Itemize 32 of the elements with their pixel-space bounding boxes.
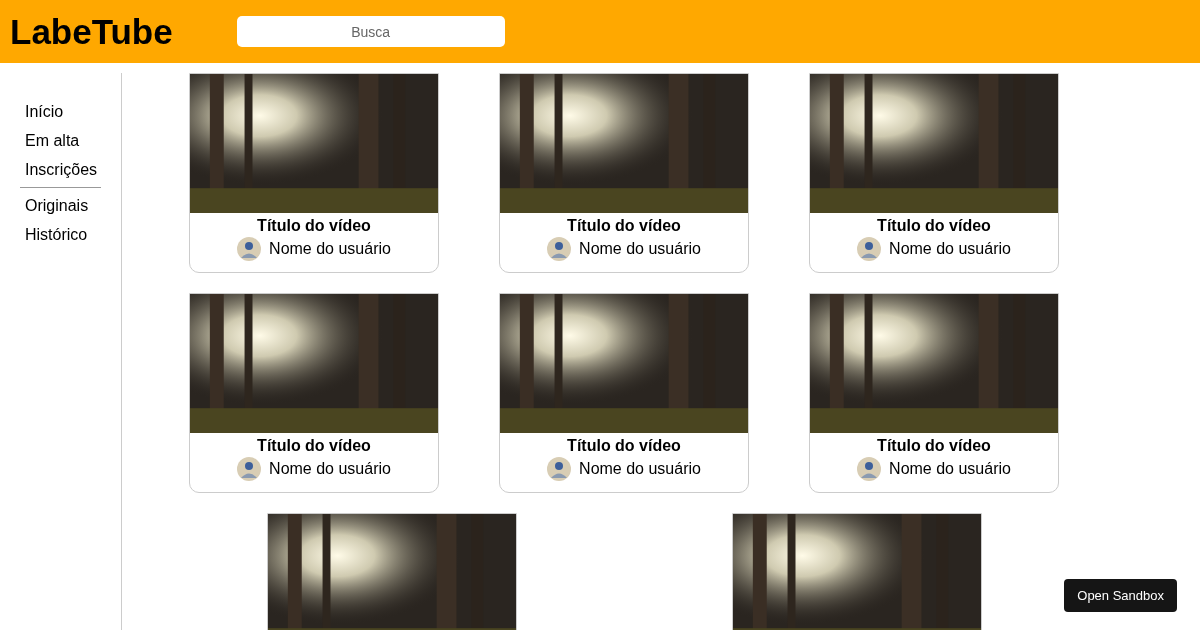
video-title: Título do vídeo <box>877 216 991 236</box>
avatar-icon <box>857 237 882 261</box>
video-title: Título do vídeo <box>257 216 371 236</box>
video-title: Título do vídeo <box>567 436 681 456</box>
video-card[interactable]: Título do vídeo Nome do usuário <box>809 73 1059 273</box>
logo: LabeTube <box>10 11 173 52</box>
video-card[interactable]: Título do vídeo Nome do usuário <box>499 293 749 493</box>
video-title: Título do vídeo <box>877 436 991 456</box>
avatar-icon <box>857 457 882 481</box>
sidebar-item[interactable]: Inscrições <box>20 155 101 184</box>
user-name: Nome do usuário <box>269 240 391 258</box>
user-name: Nome do usuário <box>579 460 701 478</box>
user-name: Nome do usuário <box>579 240 701 258</box>
sidebar-item[interactable]: Em alta <box>20 126 101 155</box>
video-card[interactable]: Título do vídeo Nome do usuário <box>809 293 1059 493</box>
avatar-icon <box>547 457 572 481</box>
video-title: Título do vídeo <box>567 216 681 236</box>
sidebar-item[interactable]: Originais <box>20 191 101 220</box>
video-card[interactable]: Título do vídeo Nome do usuário <box>189 73 439 273</box>
avatar-icon <box>547 237 572 261</box>
video-title: Título do vídeo <box>257 436 371 456</box>
avatar-icon <box>237 237 262 261</box>
sidebar-item[interactable]: Histórico <box>20 220 101 249</box>
open-sandbox-button[interactable]: Open Sandbox <box>1064 579 1177 612</box>
avatar-icon <box>237 457 262 481</box>
search-field[interactable]: Busca <box>236 16 505 47</box>
user-name: Nome do usuário <box>889 240 1011 258</box>
sidebar-item[interactable]: Início <box>20 97 101 126</box>
user-name: Nome do usuário <box>269 460 391 478</box>
video-card[interactable]: Título do vídeo Nome do usuário <box>499 73 749 273</box>
video-card[interactable]: Título do vídeo Nome do usuário <box>189 293 439 493</box>
user-name: Nome do usuário <box>889 460 1011 478</box>
